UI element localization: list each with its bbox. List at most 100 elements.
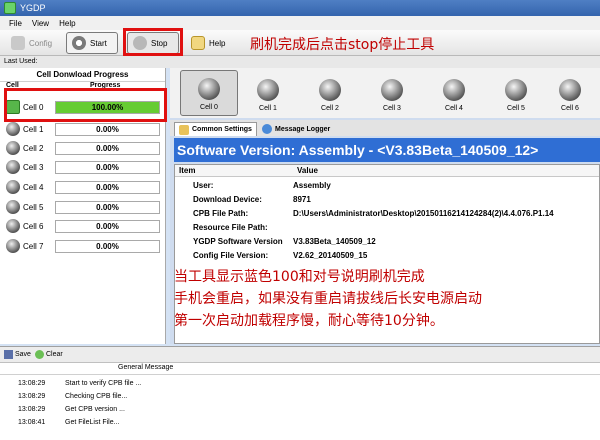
tab-cell-0[interactable]: Cell 0 [180,70,238,116]
cell-sphere-icon [257,79,279,101]
note-line-3: 第一次启动加载程序慢，耐心等待10分钟。 [174,313,444,329]
info-key: Download Device: [193,195,262,204]
start-label: Start [90,38,107,48]
cell-sphere-icon [198,78,220,100]
clear-icon [34,350,44,359]
tab-label: Cell 4 [445,105,463,112]
cell-sphere-icon [505,79,527,101]
cell-tab-strip: Cell 0 Cell 1 Cell 2 Cell 3 Cell 4 Cell … [170,68,600,118]
info-key: User: [193,181,214,190]
config-label: Config [29,38,53,48]
tab-cell-6[interactable]: Cell 6 [541,70,599,116]
log-row: 13:08:41 Get FileList File... [0,418,600,430]
info-row-download-device: Download Device: 8971 [193,195,593,207]
log-message: Start to verify CPB file ... [65,380,142,387]
tab-label: Cell 6 [561,105,579,112]
cell-progress-bar: 0.00% [55,122,160,136]
info-value: D:\Users\Administrator\Desktop\201501162… [293,209,554,218]
info-row-config-version: Config File Version: V2.62_20140509_15 [193,251,593,263]
cell-row-6[interactable]: Cell 6 0.00% [6,218,160,234]
save-icon [4,350,13,359]
cell-sphere-icon [6,160,20,174]
log-message: Get FileList File... [65,419,120,426]
save-log-button[interactable]: Save [4,350,31,359]
software-version-banner: Software Version: Assembly - <V3.83Beta_… [174,138,600,162]
log-time: 13:08:29 [18,380,46,387]
info-row-resource-path: Resource File Path: [193,223,593,235]
cell-row-5[interactable]: Cell 5 0.00% [6,199,160,215]
note-line-2: 手机会重启，如果没有重启请拔线后长安电源启动 [174,291,482,307]
cell-progress-bar: 0.00% [55,141,160,155]
general-message-header: General Message [118,364,174,371]
log-panel: Save Clear General Message 13:08:29 Star… [0,346,600,440]
cell-progress-bar: 0.00% [55,200,160,214]
cell-sphere-icon [6,200,20,214]
cell-row-7[interactable]: Cell 7 0.00% [6,238,160,254]
tab-label: Cell 0 [200,104,218,111]
settings-icon [179,124,189,135]
cell-row-4[interactable]: Cell 4 0.00% [6,179,160,195]
last-used-bar: Last Used: [0,56,600,68]
log-message: Get CPB version ... [65,406,125,413]
info-row-software-version: YGDP Software Version V3.83Beta_140509_1… [193,237,593,249]
log-time: 13:08:29 [18,393,46,400]
help-book-icon [191,36,205,50]
panel-title: Cell Donwload Progress [0,68,165,82]
cell-progress-bar: 0.00% [55,219,160,233]
cell-name: Cell 2 [23,143,44,153]
menu-view[interactable]: View [27,19,54,28]
cell-row-1[interactable]: Cell 1 0.00% [6,121,160,137]
tab-label: Cell 2 [321,105,339,112]
log-row: 13:08:29 Start to verify CPB file ... [0,379,600,391]
tab-cell-5[interactable]: Cell 5 [487,70,545,116]
start-button[interactable]: Start [66,32,118,54]
info-table-header: Item Value [175,165,599,177]
tab-cell-1[interactable]: Cell 1 [239,70,297,116]
menu-file[interactable]: File [4,19,27,28]
info-value: V3.83Beta_140509_12 [293,237,376,246]
cell-name: Cell 1 [23,124,44,134]
cell-row-2[interactable]: Cell 2 0.00% [6,140,160,156]
config-button[interactable]: Config [6,32,57,54]
cell-name: Cell 4 [23,182,44,192]
log-time: 13:08:29 [18,406,46,413]
cell-name: Cell 6 [23,221,44,231]
tab-common-settings[interactable]: Common Settings [174,122,257,136]
clear-log-button[interactable]: Clear [34,350,63,359]
info-value: V2.62_20140509_15 [293,251,368,260]
cell-name: Cell 7 [23,241,44,251]
cell-name: Cell 3 [23,162,44,172]
clear-label: Clear [45,351,63,358]
cell-sphere-icon [559,79,581,101]
cell-progress-bar: 0.00% [55,160,160,174]
tab-label: Common Settings [192,126,252,133]
cell-sphere-icon [6,141,20,155]
tab-cell-4[interactable]: Cell 4 [425,70,483,116]
item-column-header: Item [179,166,196,175]
info-key: YGDP Software Version [193,237,283,246]
start-icon [72,36,86,50]
cell-row-3[interactable]: Cell 3 0.00% [6,159,160,175]
menu-help[interactable]: Help [54,19,80,28]
info-value: 8971 [293,195,311,204]
tab-cell-3[interactable]: Cell 3 [363,70,421,116]
note-line-1: 当工具显示蓝色100和对号说明刷机完成 [174,269,425,285]
cell-sphere-icon [6,180,20,194]
log-row: 13:08:29 Checking CPB file... [0,392,600,404]
cell-name: Cell 5 [23,202,44,212]
stop-highlight-box [123,28,183,56]
cell-sphere-icon [319,79,341,101]
help-button[interactable]: Help [186,32,230,54]
cell-progress-bar: 0.00% [55,180,160,194]
cell-sphere-icon [443,79,465,101]
value-column-header: Value [297,166,318,175]
tab-label: Cell 3 [383,105,401,112]
tab-cell-2[interactable]: Cell 2 [301,70,359,116]
tab-message-logger[interactable]: Message Logger [258,122,334,136]
log-header: General Message [0,363,600,375]
info-key: CPB File Path: [193,209,249,218]
info-row-user: User: Assembly [193,181,593,193]
cell0-highlight-box [4,88,167,122]
menu-bar: File View Help [0,16,600,30]
window-title: YGDP [20,3,46,13]
